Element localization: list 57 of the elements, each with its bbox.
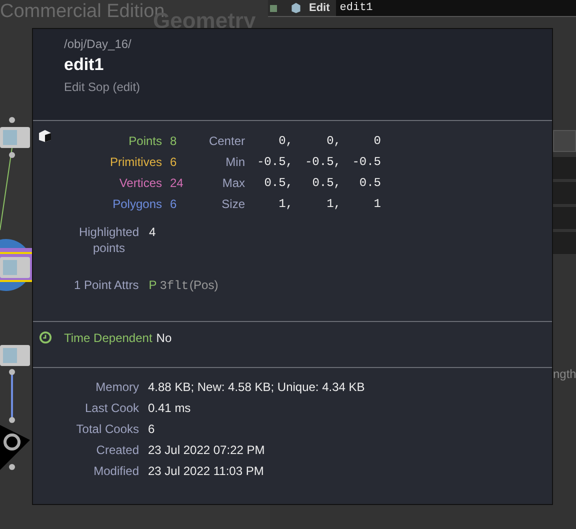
cube-icon xyxy=(38,129,52,143)
bounds-value: 0.5, xyxy=(263,175,293,191)
node-icon[interactable] xyxy=(289,2,303,14)
parameter-field[interactable] xyxy=(553,232,576,254)
time-dependent-label: Time Dependent xyxy=(64,331,152,345)
bounds-label: Min xyxy=(224,154,245,170)
attribute-count: 1 Point Attrs xyxy=(74,278,139,292)
bounds-label: Center xyxy=(208,133,245,149)
parameter-field[interactable] xyxy=(553,207,576,229)
spinner-button[interactable] xyxy=(553,130,576,152)
bounds-value: 1 xyxy=(372,196,381,212)
info-label: Last Cook xyxy=(84,400,139,416)
bounds-value: -0.5, xyxy=(256,154,293,170)
bounds-value: 0.5, xyxy=(311,175,341,191)
info-label: Modified xyxy=(92,463,139,479)
count-label: Polygons xyxy=(112,196,162,212)
count-label: Primitives xyxy=(108,154,162,170)
count-label: Vertices xyxy=(118,175,162,191)
bounds-label: Max xyxy=(221,175,245,191)
attribute-name: P xyxy=(148,278,157,292)
parameter-label: ngth xyxy=(553,367,576,381)
bounds-value: 0.5 xyxy=(358,175,381,191)
parameter-field[interactable] xyxy=(553,157,576,179)
node-name-field[interactable]: edit1 xyxy=(336,0,576,16)
time-dependent-value: No xyxy=(156,331,172,345)
node-color-icon[interactable] xyxy=(270,4,277,12)
bounds-value: 1, xyxy=(278,196,293,212)
bounds-value: 0, xyxy=(278,133,293,149)
count-value: 6 xyxy=(169,196,178,212)
bounds-value: -0.5, xyxy=(304,154,341,170)
parameter-field[interactable] xyxy=(553,182,576,204)
highlighted-value: 4 xyxy=(149,224,156,240)
bounds-value: -0.5 xyxy=(351,154,381,170)
node-type-label: Edit xyxy=(309,2,330,14)
info-value: 0.41 ms xyxy=(148,400,192,416)
highlighted-label: Highlighted points xyxy=(78,224,140,256)
info-label: Created xyxy=(95,442,139,458)
info-value: 6 xyxy=(148,421,156,437)
info-label: Total Cooks xyxy=(75,421,139,437)
clock-icon xyxy=(39,331,52,344)
node-name: edit1 xyxy=(64,55,105,75)
info-value: 4.88 KB; New: 4.58 KB; Unique: 4.34 KB xyxy=(148,379,365,395)
count-label: Points xyxy=(128,133,162,149)
info-label: Memory xyxy=(94,379,139,395)
info-value: 23 Jul 2022 11:03 PM xyxy=(148,463,265,479)
attribute-description: (Pos) xyxy=(190,278,218,292)
bounds-label: Size xyxy=(220,196,245,212)
count-value: 24 xyxy=(169,175,184,191)
info-value: 23 Jul 2022 07:22 PM xyxy=(148,442,266,458)
count-value: 8 xyxy=(169,133,178,149)
bounds-value: 0, xyxy=(326,133,341,149)
node-path: /obj/Day_16/ xyxy=(64,37,132,51)
count-value: 6 xyxy=(169,154,178,170)
node-type: Edit Sop (edit) xyxy=(64,80,142,94)
bounds-value: 1, xyxy=(326,196,341,212)
bounds-value: 0 xyxy=(372,133,381,149)
attribute-type: 3flt xyxy=(160,279,189,293)
